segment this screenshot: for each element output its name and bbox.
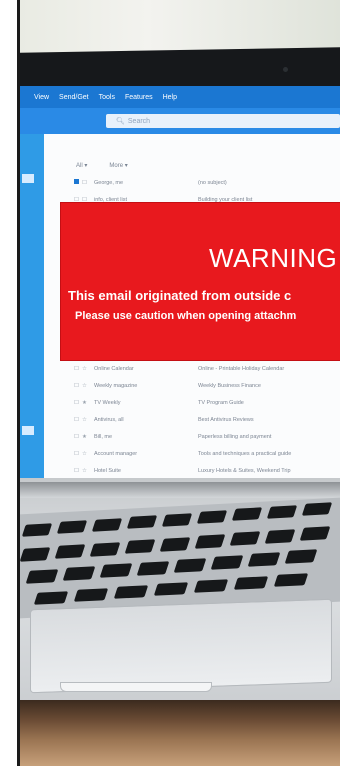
email-sender: TV Weekly xyxy=(94,399,121,406)
search-icon: 🔍︎ xyxy=(116,118,125,125)
wooden-table xyxy=(20,700,340,766)
keyboard-key xyxy=(113,585,149,599)
email-sender: Account manager xyxy=(94,450,138,457)
checkbox-icon[interactable]: ☐ xyxy=(74,451,82,457)
keyboard-key xyxy=(21,523,53,537)
email-subject: Online - Printable Holiday Calendar xyxy=(198,365,285,372)
email-row[interactable]: ☐ ☆ Hotel Suite Luxury Hotels & Suites, … xyxy=(74,462,340,478)
warning-caution: Please use caution when opening attachm xyxy=(75,310,297,322)
keyboard-key xyxy=(136,560,170,576)
warning-message: This email originated from outside c xyxy=(68,288,292,303)
search-placeholder: Search xyxy=(127,117,151,125)
sidebar-bottom-button[interactable] xyxy=(22,426,34,435)
email-subject: Paperless billing and payment xyxy=(198,433,272,440)
keyboard-key xyxy=(153,582,189,596)
folder-sidebar xyxy=(20,134,44,478)
email-row[interactable]: ☐ ☆ Online Calendar Online - Printable H… xyxy=(74,360,340,377)
keyboard-key xyxy=(126,515,158,529)
email-row[interactable]: ☐ ★ TV Weekly TV Program Guide xyxy=(74,394,340,411)
keyboard-key xyxy=(25,569,59,584)
keyboard-key xyxy=(91,518,123,532)
checkbox-icon[interactable]: ☐ xyxy=(82,180,94,186)
email-sender: George, me xyxy=(94,179,124,186)
keyboard-key xyxy=(247,552,281,567)
keyboard-key xyxy=(266,505,298,519)
keyboard-key xyxy=(19,547,51,562)
star-icon[interactable]: ☆ xyxy=(82,383,94,389)
email-sender: Online Calendar xyxy=(94,365,134,372)
checkbox-icon[interactable]: ☐ xyxy=(74,197,82,203)
keyboard-key xyxy=(161,512,193,527)
warning-title: WARNING xyxy=(209,243,338,273)
keyboard-key xyxy=(33,591,69,605)
email-sender: Bill, me xyxy=(94,433,113,440)
keyboard-key xyxy=(301,502,333,516)
star-filled-icon[interactable]: ★ xyxy=(82,400,94,406)
checkbox-icon[interactable]: ☐ xyxy=(74,468,82,474)
filter-all[interactable]: All ▾ xyxy=(76,162,87,169)
email-subject: Luxury Hotels & Suites, Weekend Trip xyxy=(198,467,291,474)
email-subject: Weekly Business Finance xyxy=(198,382,261,389)
keyboard-key xyxy=(62,566,96,581)
keyboard-key xyxy=(124,539,156,554)
email-row[interactable]: ☐ ☆ Weekly magazine Weekly Business Fina… xyxy=(74,377,340,394)
star-icon[interactable]: ☆ xyxy=(82,468,94,474)
app-toolbar: 🔍︎ Search xyxy=(20,108,340,134)
keyboard-key xyxy=(173,558,207,573)
star-icon[interactable]: ☆ xyxy=(82,451,94,457)
keyboard-key xyxy=(89,542,121,557)
filter-more[interactable]: More ▾ xyxy=(109,162,127,169)
star-icon[interactable]: ☆ xyxy=(82,417,94,423)
email-subject: (no subject) xyxy=(198,179,227,186)
keyboard-key xyxy=(273,573,309,587)
keyboard-key xyxy=(264,529,296,544)
email-subject: Best Antivirus Reviews xyxy=(198,416,254,423)
trackpad[interactable] xyxy=(30,598,332,694)
search-input[interactable]: 🔍︎ Search xyxy=(106,114,340,128)
keyboard-key xyxy=(193,579,229,593)
keyboard-key xyxy=(210,555,244,570)
keyboard-key xyxy=(299,526,331,541)
list-header: All ▾ More ▾ xyxy=(76,162,128,169)
new-mail-button[interactable] xyxy=(22,174,34,183)
email-row[interactable]: ☐ ☆ Account manager Tools and techniques… xyxy=(74,445,340,462)
email-sender: Hotel Suite xyxy=(94,467,121,474)
email-subject: TV Program Guide xyxy=(198,399,244,406)
checkbox-icon[interactable]: ☐ xyxy=(74,417,82,423)
menu-help[interactable]: Help xyxy=(163,94,177,101)
menu-tools[interactable]: Tools xyxy=(99,94,115,101)
keyboard-key xyxy=(233,576,269,590)
unread-marker xyxy=(74,179,82,186)
email-sender: Antivirus, all xyxy=(94,416,124,423)
menu-view[interactable]: View xyxy=(34,94,49,101)
email-row[interactable]: ☐ ☆ Antivirus, all Best Antivirus Review… xyxy=(74,411,340,428)
email-row[interactable]: ☐ George, me (no subject) xyxy=(74,174,340,191)
checkbox-icon[interactable]: ☐ xyxy=(82,197,94,203)
lid-notch xyxy=(60,682,212,692)
checkbox-icon[interactable]: ☐ xyxy=(74,434,82,440)
menu-send-get[interactable]: Send/Get xyxy=(59,94,89,101)
webcam xyxy=(283,67,288,72)
email-row[interactable]: ☐ ★ Bill, me Paperless billing and payme… xyxy=(74,428,340,445)
frame-border xyxy=(0,0,20,766)
keyboard-key xyxy=(196,510,228,524)
keyboard-key xyxy=(194,534,226,549)
warning-banner: WARNING This email originated from outsi… xyxy=(61,203,340,360)
email-subject: Building your client list xyxy=(198,196,253,203)
email-sender: Weekly magazine xyxy=(94,382,138,389)
email-sender: info, client list xyxy=(94,196,128,203)
checkbox-icon[interactable]: ☐ xyxy=(74,366,82,372)
checkbox-icon[interactable]: ☐ xyxy=(74,400,82,406)
laptop-hinge xyxy=(20,482,340,498)
email-subject: Tools and techniques a practical guide xyxy=(198,450,292,457)
keyboard-key xyxy=(73,588,109,602)
star-filled-icon[interactable]: ★ xyxy=(82,434,94,440)
menu-features[interactable]: Features xyxy=(125,94,153,101)
app-menubar: View Send/Get Tools Features Help xyxy=(20,86,340,108)
star-icon[interactable]: ☆ xyxy=(82,366,94,372)
photo-scene: View Send/Get Tools Features Help 🔍︎ Sea… xyxy=(0,0,340,766)
keyboard-key xyxy=(159,536,191,552)
checkbox-icon[interactable]: ☐ xyxy=(74,383,82,389)
